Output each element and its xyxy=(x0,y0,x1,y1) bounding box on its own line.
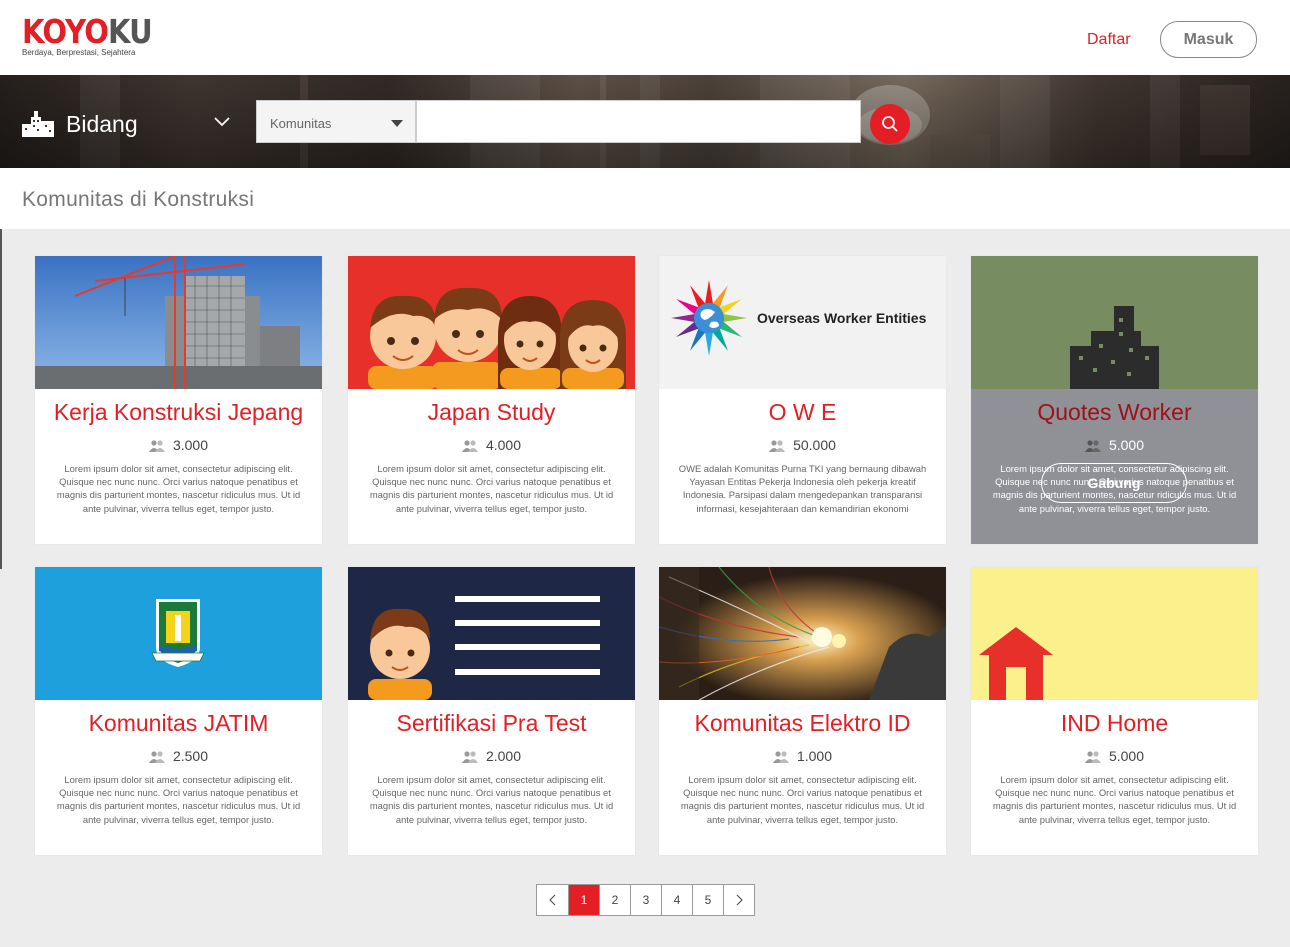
chevron-left-icon xyxy=(548,894,555,906)
field-category-label: Bidang xyxy=(66,110,138,137)
community-card-hovered[interactable]: Quotes Worker 5.000 Lorem ipsum dolor si… xyxy=(971,256,1258,544)
owe-sunburst-logo xyxy=(671,280,747,356)
card-image-home xyxy=(971,567,1258,700)
card-description: OWE adalah Komunitas Purna TKI yang bern… xyxy=(678,463,927,514)
page-button-4[interactable]: 4 xyxy=(661,885,692,915)
chevron-down-icon[interactable] xyxy=(214,117,230,127)
card-title: Komunitas JATIM xyxy=(88,710,269,736)
member-count-value: 5.000 xyxy=(1108,748,1145,764)
member-count: 5.000 xyxy=(971,437,1258,453)
card-image-certification xyxy=(348,567,635,700)
section-header: Komunitas di Konstruksi xyxy=(0,168,1290,229)
next-page-button[interactable] xyxy=(723,885,754,915)
members-icon xyxy=(148,751,165,763)
card-title: O W E xyxy=(768,399,837,425)
pagination: 1 2 3 4 5 xyxy=(536,884,755,916)
member-count-value: 3.000 xyxy=(172,437,209,453)
member-count-value: 2.500 xyxy=(172,748,209,764)
member-count: 2.000 xyxy=(348,748,635,764)
members-icon xyxy=(772,751,789,763)
search-input[interactable] xyxy=(416,100,861,143)
section-title: Komunitas di Konstruksi xyxy=(22,188,255,211)
chevron-right-icon xyxy=(736,894,743,906)
card-description: Lorem ipsum dolor sit amet, consectetur … xyxy=(992,774,1237,825)
members-icon xyxy=(1084,440,1101,452)
member-count: 5.000 xyxy=(971,748,1258,764)
card-description: Lorem ipsum dolor sit amet, consectetur … xyxy=(56,774,301,825)
card-image-building xyxy=(971,256,1258,389)
member-count-value: 50.000 xyxy=(793,437,836,453)
login-button[interactable]: Masuk xyxy=(1160,21,1257,58)
card-description: Lorem ipsum dolor sit amet, consectetur … xyxy=(56,463,301,514)
card-title: IND Home xyxy=(1060,710,1169,736)
card-description: Lorem ipsum dolor sit amet, consectetur … xyxy=(369,774,614,825)
community-card[interactable]: Kerja Konstruksi Jepang 3.000 Lorem ipsu… xyxy=(35,256,322,544)
member-count: 1.000 xyxy=(659,748,946,764)
logo-wordmark: KOYOKU xyxy=(22,12,153,51)
card-title: Komunitas Elektro ID xyxy=(694,710,911,736)
register-link[interactable]: Daftar xyxy=(1087,31,1131,49)
caret-down-icon xyxy=(391,120,403,127)
page-button-1[interactable]: 1 xyxy=(568,885,599,915)
home-icon xyxy=(979,627,1053,700)
card-image-electronics xyxy=(659,567,946,700)
member-count: 50.000 xyxy=(659,437,946,453)
top-header: KOYOKU Berdaya, Berprestasi, Sejahtera D… xyxy=(0,0,1290,75)
search-icon xyxy=(882,116,898,132)
members-icon xyxy=(769,440,786,452)
card-image-jatim-emblem xyxy=(35,567,322,700)
community-card[interactable]: Japan Study 4.000 Lorem ipsum dolor sit … xyxy=(348,256,635,544)
member-count-value: 1.000 xyxy=(796,748,833,764)
card-title: Quotes Worker xyxy=(1037,399,1192,425)
community-card[interactable]: Komunitas JATIM 2.500 Lorem ipsum dolor … xyxy=(35,567,322,855)
buildings-icon xyxy=(22,111,54,137)
member-count: 4.000 xyxy=(348,437,635,453)
card-image-owe-logo: Overseas Worker Entities xyxy=(659,256,946,389)
member-count: 2.500 xyxy=(35,748,322,764)
community-card[interactable]: IND Home 5.000 Lorem ipsum dolor sit ame… xyxy=(971,567,1258,855)
community-card[interactable]: Sertifikasi Pra Test 2.000 Lorem ipsum d… xyxy=(348,567,635,855)
page-button-2[interactable]: 2 xyxy=(599,885,630,915)
member-count-value: 4.000 xyxy=(485,437,522,453)
community-card[interactable]: Overseas Worker Entities O W E 50.000 OW… xyxy=(659,256,946,544)
page-button-3[interactable]: 3 xyxy=(630,885,661,915)
field-category-selector[interactable]: Bidang xyxy=(22,106,138,142)
card-title: Sertifikasi Pra Test xyxy=(396,710,587,736)
page-button-5[interactable]: 5 xyxy=(692,885,723,915)
members-icon xyxy=(148,440,165,452)
member-count-value: 2.000 xyxy=(485,748,522,764)
prev-page-button[interactable] xyxy=(537,885,568,915)
card-description: Lorem ipsum dolor sit amet, consectetur … xyxy=(369,463,614,514)
search-type-dropdown[interactable]: Komunitas xyxy=(256,100,416,143)
member-count: 3.000 xyxy=(35,437,322,453)
card-image-students xyxy=(348,256,635,389)
card-title: Kerja Konstruksi Jepang xyxy=(53,399,304,425)
owe-logo-text: Overseas Worker Entities xyxy=(757,310,927,326)
join-button[interactable]: Gabung xyxy=(1041,463,1187,503)
search-button[interactable] xyxy=(870,104,910,144)
card-image-construction xyxy=(35,256,322,389)
card-description: Lorem ipsum dolor sit amet, consectetur … xyxy=(680,774,925,825)
members-icon xyxy=(461,440,478,452)
members-icon xyxy=(1084,751,1101,763)
card-title: Japan Study xyxy=(427,399,556,425)
community-card[interactable]: Komunitas Elektro ID 1.000 Lorem ipsum d… xyxy=(659,567,946,855)
search-type-value: Komunitas xyxy=(270,116,332,131)
member-count-value: 5.000 xyxy=(1108,437,1145,453)
koyoku-logo[interactable]: KOYOKU Berdaya, Berprestasi, Sejahtera xyxy=(22,12,170,58)
left-divider xyxy=(0,229,2,569)
members-icon xyxy=(461,751,478,763)
